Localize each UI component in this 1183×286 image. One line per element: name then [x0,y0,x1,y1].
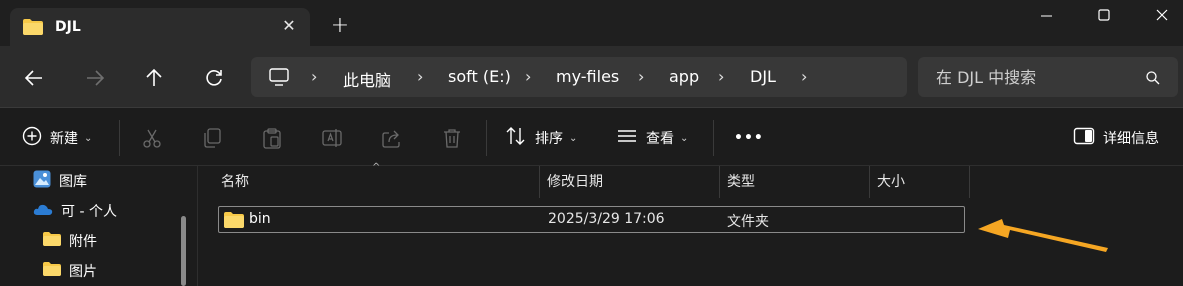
tab-djl[interactable]: DJL ✕ [10,8,310,46]
breadcrumb-separator[interactable]: › [311,67,317,86]
file-type: 文件夹 [727,214,769,230]
column-header-modified[interactable]: 修改日期 [541,166,719,198]
column-divider[interactable] [869,166,870,198]
new-tab-button[interactable]: + [329,15,351,37]
toolbar-divider [119,120,120,156]
view-button-label: 查看 [646,131,674,147]
forward-arrow-icon[interactable] [83,66,107,90]
minimize-icon[interactable] [1035,6,1059,26]
address-bar[interactable]: › 此电脑 › soft (E:) › my-files › app › DJL… [251,57,907,97]
search-input[interactable] [918,57,1143,97]
sidebar-item-gallery[interactable]: 图库 [33,169,87,193]
details-pane-icon [1073,127,1095,149]
paste-icon[interactable] [261,126,283,150]
toolbar-divider [713,120,714,156]
folder-icon [43,232,61,250]
column-divider[interactable] [719,166,720,198]
title-bar: DJL ✕ + [0,0,1183,46]
onedrive-icon [33,202,53,220]
close-tab-icon[interactable]: ✕ [279,16,299,36]
more-options-icon: ••• [734,130,764,146]
cut-icon[interactable] [141,126,163,150]
rename-icon[interactable] [321,126,343,150]
breadcrumb-separator[interactable]: › [525,67,531,86]
add-circle-icon [22,126,42,150]
view-button[interactable]: 查看 ⌄ [616,126,688,150]
file-modified-date: 2025/3/29 17:06 [548,211,665,227]
column-header-type[interactable]: 类型 [721,166,869,198]
breadcrumb-separator[interactable]: › [417,67,423,86]
sort-button[interactable]: 排序 ⌄ [505,126,577,150]
command-toolbar: 新建 ⌄ 排序 ⌄ 查看 ⌄ ••• 详细信息 [0,108,1183,166]
folder-icon [224,212,244,232]
sort-button-label: 排序 [535,131,563,147]
breadcrumb-soft-drive[interactable]: soft (E:) [448,67,511,86]
column-divider[interactable] [539,166,540,198]
search-box[interactable] [918,57,1178,97]
more-options-button[interactable]: ••• [734,126,764,150]
new-button-label: 新建 [50,131,78,147]
view-list-icon [616,126,638,150]
breadcrumb-my-files[interactable]: my-files [556,67,619,86]
column-header-name[interactable]: 名称 [215,166,539,198]
breadcrumb-separator[interactable]: › [801,67,807,86]
up-arrow-icon[interactable] [142,66,166,90]
navigation-pane: 图库 可 - 个人 附件 图片 [0,166,198,286]
sidebar-item-label: 可 - 个人 [61,204,117,220]
sort-icon [505,126,527,150]
maximize-icon[interactable] [1092,6,1116,26]
search-icon[interactable] [1146,70,1160,89]
details-pane-label: 详细信息 [1103,131,1159,147]
toolbar-divider [486,120,487,156]
refresh-icon[interactable] [202,66,226,90]
share-icon[interactable] [381,126,403,150]
new-button[interactable]: 新建 ⌄ [22,126,92,150]
tab-title: DJL [55,19,81,35]
file-name: bin [249,211,271,227]
chevron-down-icon: ⌄ [569,132,578,144]
breadcrumb-separator[interactable]: › [638,67,644,86]
sidebar-item-onedrive[interactable]: 可 - 个人 [33,199,117,223]
close-window-icon[interactable] [1150,6,1174,26]
breadcrumb-djl[interactable]: DJL [750,67,776,86]
breadcrumb-this-pc[interactable]: 此电脑 [343,67,391,91]
details-pane-button[interactable]: 详细信息 [1073,126,1159,150]
sidebar-scrollbar[interactable] [181,216,186,286]
table-row[interactable]: bin 2025/3/29 17:06 文件夹 [218,206,965,233]
sidebar-item-label: 附件 [69,234,97,250]
sidebar-item-attachments[interactable]: 附件 [43,229,97,253]
delete-icon[interactable] [441,126,463,150]
breadcrumb-separator[interactable]: › [718,67,724,86]
folder-icon [23,19,43,39]
column-divider[interactable] [969,166,970,198]
breadcrumb-app[interactable]: app [669,67,699,86]
gallery-icon [33,170,51,192]
computer-icon [269,68,289,90]
chevron-down-icon: ⌄ [680,132,689,144]
sidebar-item-label: 图片 [69,264,97,280]
chevron-down-icon: ⌄ [84,132,93,144]
sidebar-item-label: 图库 [59,174,87,190]
folder-icon [43,262,61,280]
navigation-bar: › 此电脑 › soft (E:) › my-files › app › DJL… [0,46,1183,108]
back-arrow-icon[interactable] [22,66,46,90]
copy-icon[interactable] [201,126,223,150]
sidebar-item-pictures[interactable]: 图片 [43,259,97,283]
column-header-size[interactable]: 大小 [871,166,969,198]
file-list: ^ 名称 修改日期 类型 大小 bin 2025/3/29 17:06 文件夹 [199,162,1183,286]
